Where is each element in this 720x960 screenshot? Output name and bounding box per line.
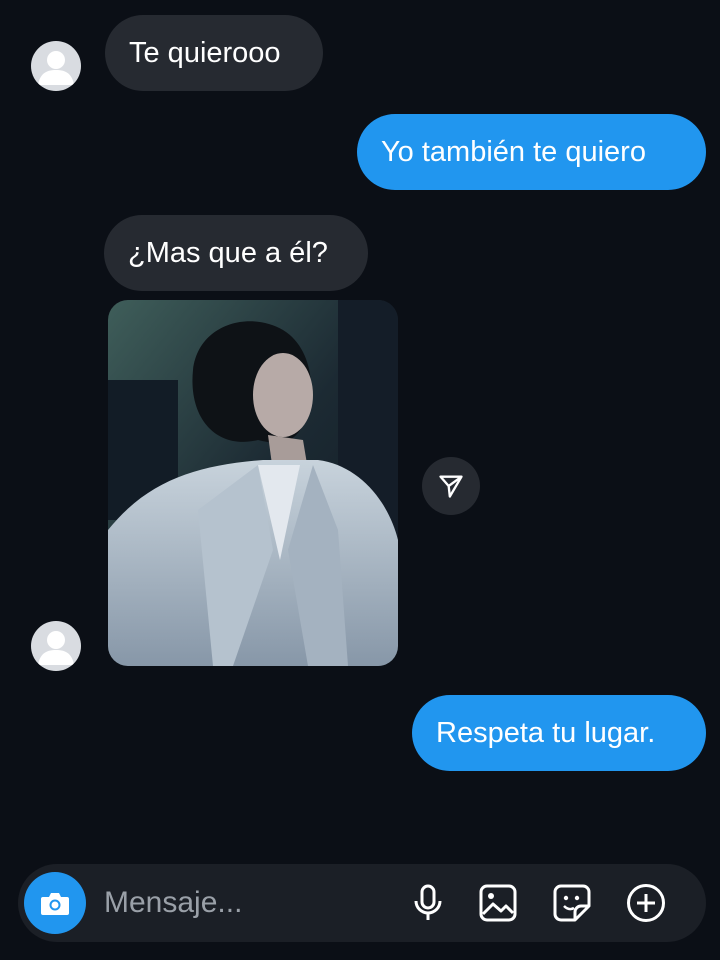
camera-button[interactable] bbox=[24, 872, 86, 934]
default-user-icon bbox=[38, 631, 74, 665]
gallery-button[interactable] bbox=[478, 883, 518, 923]
message-input[interactable] bbox=[104, 884, 384, 922]
incoming-message[interactable]: ¿Mas que a él? bbox=[104, 215, 368, 291]
voice-button[interactable] bbox=[408, 883, 448, 923]
paper-plane-icon bbox=[439, 475, 463, 498]
contact-avatar[interactable] bbox=[31, 621, 81, 671]
message-composer bbox=[18, 864, 706, 942]
gallery-icon bbox=[479, 884, 517, 922]
sticker-icon bbox=[553, 884, 591, 922]
shared-photo[interactable] bbox=[108, 300, 398, 666]
message-text: Respeta tu lugar. bbox=[436, 716, 656, 749]
plus-icon bbox=[627, 884, 665, 922]
sticker-button[interactable] bbox=[552, 883, 592, 923]
photo-image bbox=[108, 300, 398, 666]
message-text: Yo también te quiero bbox=[381, 135, 646, 168]
message-text: Te quierooo bbox=[129, 36, 281, 69]
camera-icon bbox=[41, 893, 69, 915]
outgoing-message[interactable]: Respeta tu lugar. bbox=[412, 695, 706, 771]
add-button[interactable] bbox=[626, 883, 666, 923]
share-button[interactable] bbox=[422, 457, 480, 515]
message-text: ¿Mas que a él? bbox=[128, 236, 328, 269]
incoming-message[interactable]: Te quierooo bbox=[105, 15, 323, 91]
contact-avatar[interactable] bbox=[31, 41, 81, 91]
outgoing-message[interactable]: Yo también te quiero bbox=[357, 114, 706, 190]
microphone-icon bbox=[414, 884, 442, 920]
default-user-icon bbox=[38, 51, 74, 85]
